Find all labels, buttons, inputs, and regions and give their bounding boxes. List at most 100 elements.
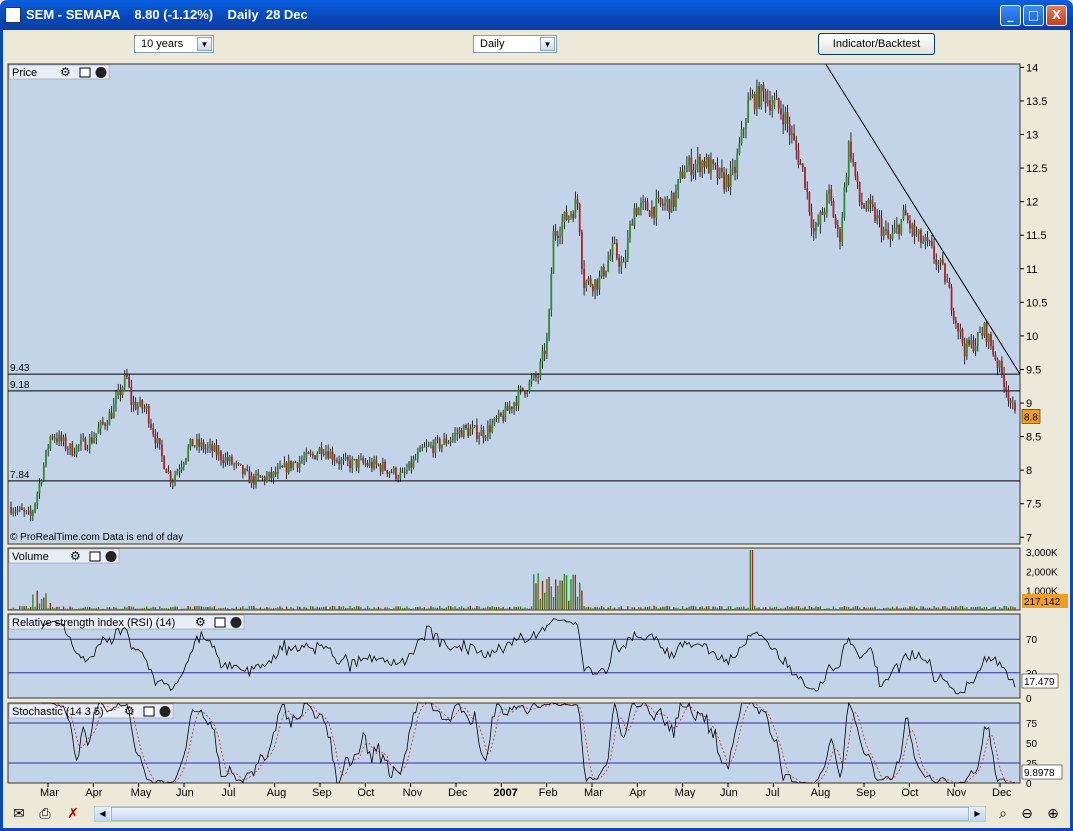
volume-bar — [449, 606, 452, 610]
volume-bar — [242, 606, 244, 610]
candle-body — [101, 421, 104, 424]
volume-bar — [990, 608, 992, 610]
candle-body — [200, 442, 203, 447]
volume-bar — [598, 607, 601, 610]
candle-body — [318, 447, 321, 454]
volume-bar — [740, 606, 743, 610]
volume-bar — [699, 606, 701, 610]
volume-bar — [902, 607, 905, 610]
volume-bar — [211, 607, 213, 610]
candle-body — [467, 428, 470, 436]
candle-body — [736, 153, 739, 173]
candle-body — [342, 459, 345, 461]
candle-body — [169, 471, 172, 483]
x-tick-label: Aug — [811, 787, 831, 798]
print-icon[interactable]: ⎙ — [35, 805, 55, 823]
candle-body — [957, 323, 960, 332]
stoch-title: Stochastic (14 3 5) — [12, 706, 104, 718]
volume-bar — [690, 605, 692, 610]
period-select[interactable]: 10 years ▼ — [134, 35, 214, 53]
candle-body — [128, 376, 131, 387]
volume-bar — [379, 608, 382, 610]
volume-bar — [517, 606, 520, 610]
candle-body — [882, 229, 885, 237]
candle-body — [117, 389, 120, 397]
volume-bar — [176, 606, 178, 610]
chevron-down-icon[interactable]: ▼ — [540, 37, 555, 51]
scroll-right-icon[interactable]: ▶ — [970, 807, 985, 821]
cancel-icon[interactable]: ✗ — [63, 805, 83, 823]
volume-bar — [786, 606, 789, 610]
volume-bar — [27, 608, 30, 610]
candle-body — [397, 478, 400, 480]
candle-body — [82, 438, 85, 440]
candle-body — [1011, 402, 1014, 404]
price-tick-label: 11.5 — [1026, 230, 1047, 242]
candle-body — [924, 237, 927, 243]
email-icon[interactable]: ✉ — [9, 805, 29, 823]
volume-bar — [992, 606, 994, 610]
candle-body — [292, 462, 295, 469]
volume-bar — [550, 586, 552, 610]
zoom-area-icon[interactable]: ⌕ — [993, 805, 1013, 823]
candle-body — [900, 219, 903, 235]
chart-scrollbar[interactable]: ◀ ▶ — [94, 806, 986, 822]
volume-bar — [915, 607, 918, 610]
volume-bar — [721, 606, 723, 610]
volume-bar — [445, 607, 447, 610]
candle-body — [355, 458, 358, 468]
volume-bar — [132, 606, 135, 610]
volume-bar — [301, 608, 303, 610]
interval-select[interactable]: Daily ▼ — [473, 35, 557, 53]
candle-body — [760, 85, 763, 107]
volume-bar — [657, 608, 660, 610]
indicator-backtest-button[interactable]: Indicator/Backtest — [818, 33, 935, 55]
candle-body — [478, 435, 480, 439]
volume-bar — [119, 608, 122, 610]
close-button[interactable]: X — [1046, 5, 1067, 26]
volume-bar — [209, 606, 211, 610]
candle-body — [156, 438, 159, 444]
candle-body — [150, 423, 152, 428]
scroll-left-icon[interactable]: ◀ — [95, 807, 110, 821]
volume-bar — [974, 606, 977, 610]
candle-body — [274, 471, 277, 475]
volume-bar — [546, 579, 548, 610]
maximize-button[interactable]: □ — [1023, 5, 1044, 26]
candle-body — [139, 400, 141, 406]
candle-body — [86, 448, 89, 450]
zoom-in-icon[interactable]: ⊕ — [1043, 805, 1063, 823]
scrollbar-thumb[interactable] — [111, 807, 969, 821]
volume-bar — [736, 606, 738, 610]
candle-body — [193, 445, 196, 447]
candle-body — [476, 425, 478, 439]
volume-bar — [791, 606, 793, 610]
volume-bar — [23, 606, 25, 610]
candle-body — [928, 241, 931, 242]
volume-bar — [226, 608, 229, 610]
candle-body — [727, 174, 730, 188]
window-title: SEM - SEMAPA 8.80 (-1.12%) Daily 28 Dec — [26, 7, 308, 22]
volume-bar — [850, 608, 852, 610]
zoom-out-icon[interactable]: ⊖ — [1017, 805, 1037, 823]
volume-bar — [646, 607, 649, 610]
chevron-down-icon[interactable]: ▼ — [197, 37, 212, 51]
volume-bar — [747, 607, 749, 610]
candle-body — [570, 213, 572, 217]
volume-bar — [264, 608, 266, 610]
candle-body — [699, 156, 701, 173]
volume-bar — [139, 608, 141, 610]
candle-body — [917, 229, 920, 235]
volume-bar — [732, 608, 734, 610]
volume-bar — [434, 607, 437, 610]
volume-bar — [1007, 607, 1010, 610]
candle-body — [403, 471, 406, 473]
close-panel-icon — [95, 67, 107, 78]
volume-bar — [493, 606, 496, 610]
volume-bar — [60, 609, 63, 610]
wrench-icon: ⚙ — [195, 615, 206, 629]
volume-bar — [998, 607, 1001, 610]
volume-bar — [738, 607, 741, 610]
minimize-button[interactable]: _ — [1000, 5, 1021, 26]
candle-body — [858, 182, 861, 202]
